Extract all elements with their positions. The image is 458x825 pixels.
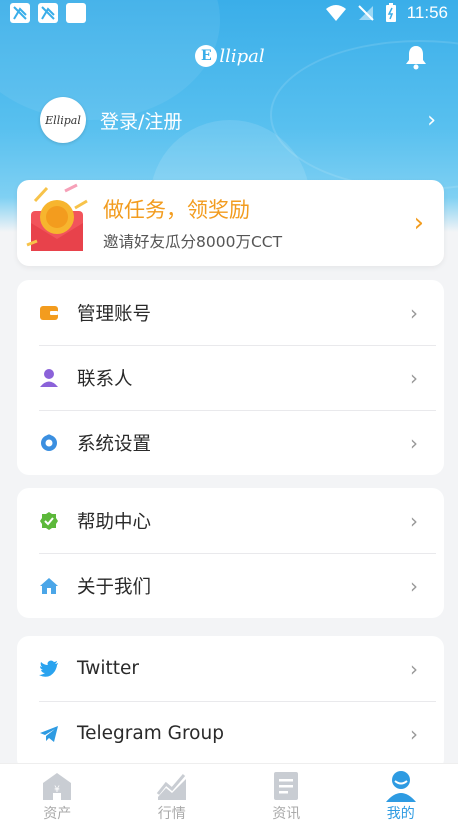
twitter-icon (39, 659, 59, 679)
notification-app-icon (10, 3, 30, 23)
menu-item-contacts[interactable]: 联系人 › (17, 345, 444, 410)
wifi-icon (325, 5, 346, 21)
chevron-right-icon: › (410, 508, 418, 533)
home-icon (39, 576, 59, 596)
notification-app-icon (38, 3, 58, 23)
chevron-right-icon: › (410, 656, 418, 681)
login-register-row[interactable]: Ellipal 登录/注册 › (40, 96, 440, 144)
chevron-right-icon: › (410, 365, 418, 390)
bottom-tab-bar: ¥ 资产 行情 资讯 我的 (0, 763, 458, 825)
clock: 11:56 (406, 3, 448, 22)
menu-item-system-settings[interactable]: 系统设置 › (17, 410, 444, 475)
tab-news[interactable]: 资讯 (229, 764, 344, 825)
tab-assets[interactable]: ¥ 资产 (0, 764, 115, 825)
notification-blank-icon (66, 3, 86, 23)
logo-badge: E (195, 45, 218, 67)
task-reward-banner[interactable]: 做任务，领奖励 邀请好友瓜分8000万CCT › (17, 180, 444, 266)
no-signal-icon (358, 5, 374, 21)
menu-item-telegram[interactable]: Telegram Group › (17, 701, 444, 766)
assets-icon: ¥ (43, 773, 72, 800)
brand-logo: E llipal (180, 42, 280, 70)
tab-profile[interactable]: 我的 (344, 764, 458, 825)
menu-item-label: Twitter (77, 658, 140, 679)
profile-icon (385, 771, 416, 802)
brand-name: llipal (219, 45, 265, 67)
menu-item-label: Telegram Group (77, 723, 224, 744)
menu-item-help-center[interactable]: 帮助中心 › (17, 488, 444, 553)
market-icon (156, 774, 186, 800)
chevron-right-icon: › (410, 721, 418, 746)
tab-market[interactable]: 行情 (115, 764, 230, 825)
tab-label: 我的 (386, 806, 415, 822)
menu-item-label: 管理账号 (77, 303, 152, 325)
tab-label: 行情 (157, 806, 186, 822)
gear-icon (39, 433, 59, 453)
bell-icon[interactable] (402, 43, 430, 71)
help-menu-card: 帮助中心 › 关于我们 › (17, 488, 444, 618)
menu-item-about-us[interactable]: 关于我们 › (17, 553, 444, 618)
menu-item-label: 关于我们 (77, 576, 152, 598)
avatar: Ellipal (40, 97, 86, 143)
menu-item-label: 联系人 (77, 368, 133, 390)
tab-label: 资讯 (272, 806, 301, 822)
chevron-right-icon: › (410, 300, 418, 325)
social-menu-card: Twitter › Telegram Group › (17, 636, 444, 771)
menu-item-twitter[interactable]: Twitter › (17, 636, 444, 701)
menu-item-manage-account[interactable]: 管理账号 › (17, 280, 444, 345)
wallet-icon (39, 303, 59, 323)
tab-label: 资产 (43, 806, 72, 822)
check-badge-icon (39, 511, 59, 531)
login-register-label: 登录/注册 (100, 110, 183, 133)
chevron-right-icon: › (410, 573, 418, 598)
battery-charging-icon (385, 3, 396, 22)
news-icon (274, 772, 299, 800)
chevron-right-icon: › (413, 208, 424, 238)
menu-item-label: 帮助中心 (77, 511, 152, 533)
menu-item-label: 系统设置 (77, 433, 152, 455)
status-bar: 11:56 (0, 0, 458, 26)
promo-title: 做任务，领奖励 (103, 198, 250, 222)
person-icon (39, 368, 59, 388)
account-menu-card: 管理账号 › 联系人 › 系统设置 › (17, 280, 444, 475)
chevron-right-icon: › (410, 430, 418, 455)
telegram-icon (39, 724, 59, 744)
red-envelope-icon (25, 183, 93, 263)
chevron-right-icon: › (427, 107, 436, 133)
promo-subtitle: 邀请好友瓜分8000万CCT (103, 233, 283, 251)
